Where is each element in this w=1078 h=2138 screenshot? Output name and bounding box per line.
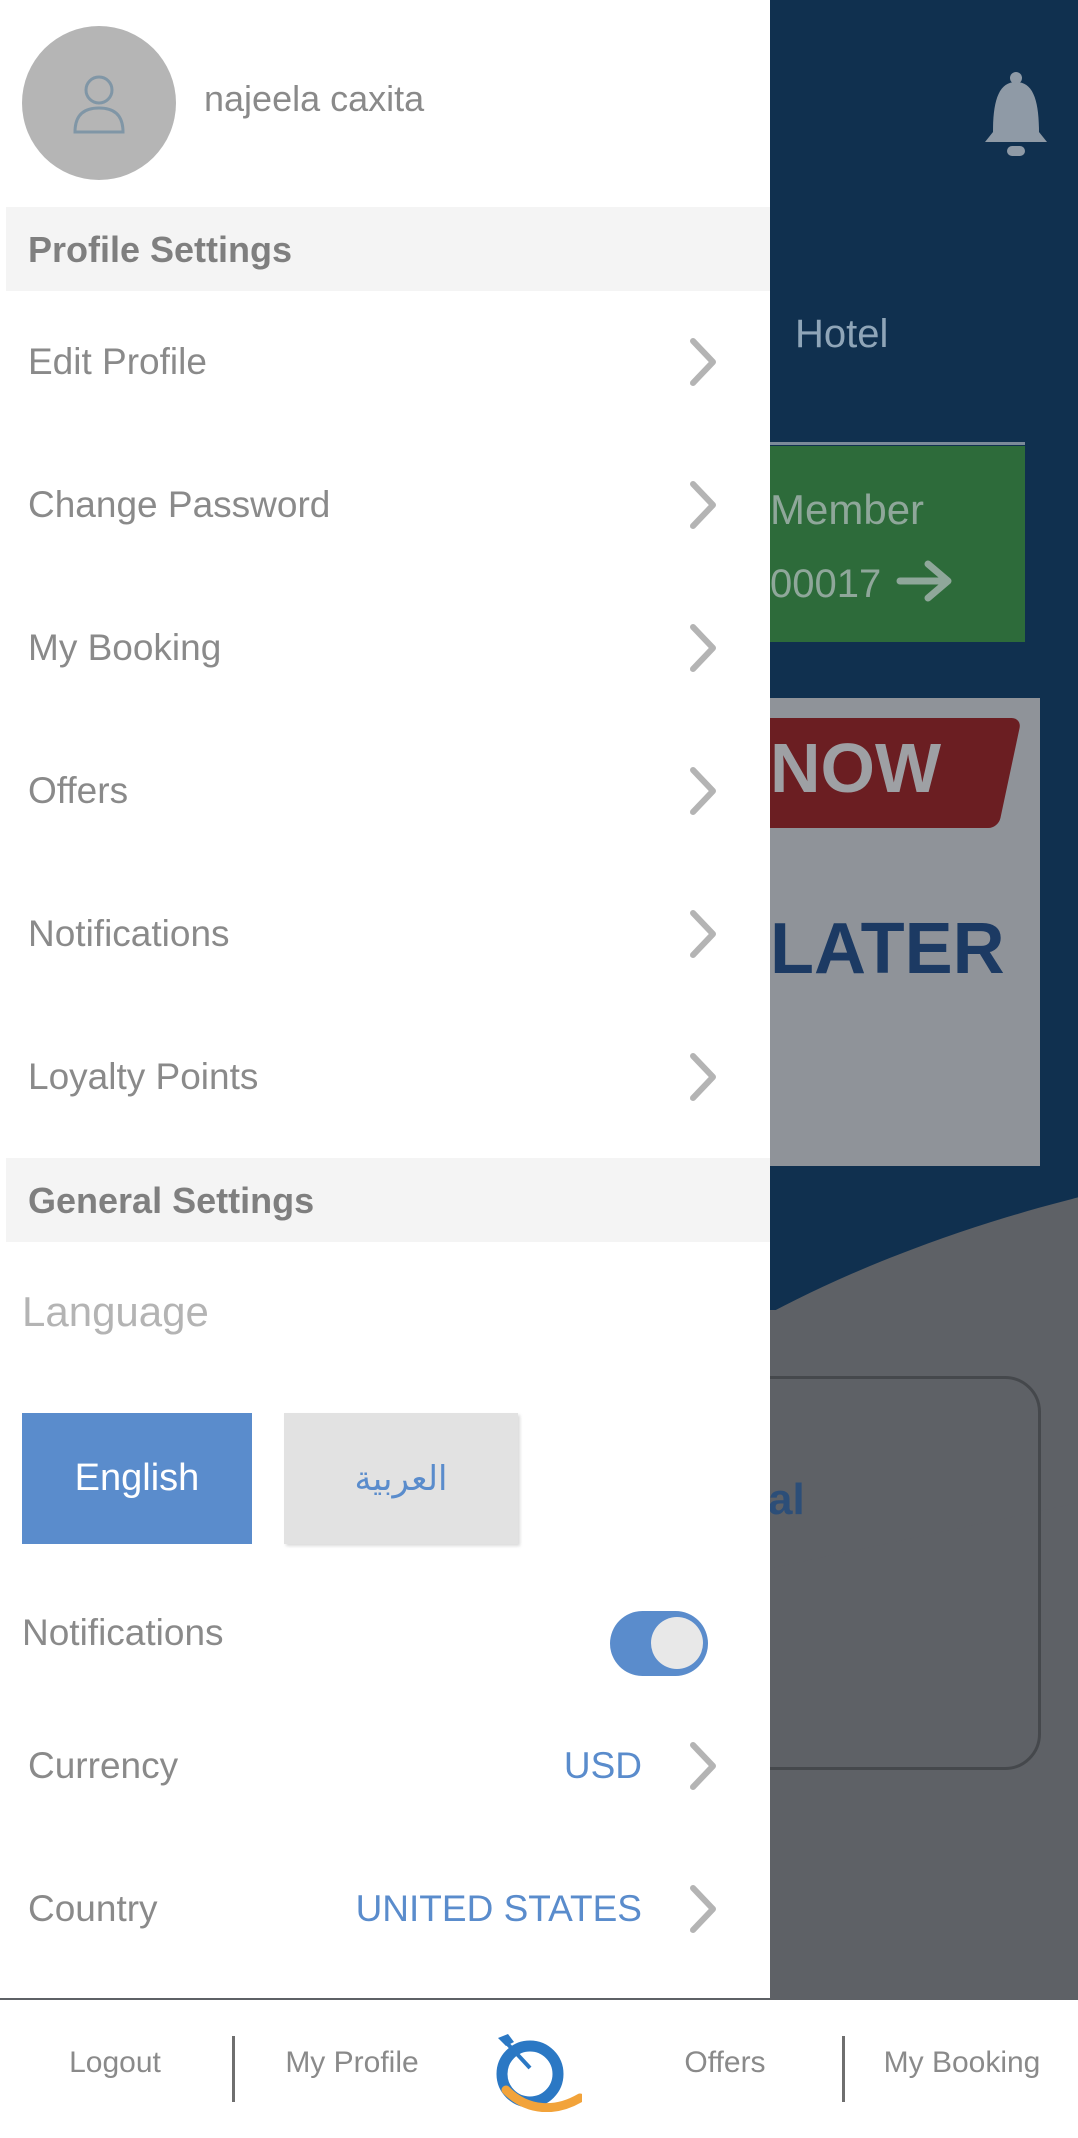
background-card[interactable]: al [770,1376,1041,1770]
currency-setting[interactable]: Currency USD [0,1694,770,1837]
menu-item-label: My Booking [28,627,222,668]
chevron-right-icon [690,1884,716,1933]
user-icon [73,75,125,134]
menu-item-label: Notifications [28,913,230,954]
member-title: Member [770,486,925,533]
background-app: Hotel Member 00017 NOW LATER al [770,0,1078,2000]
nav-my-profile[interactable]: My Profile [272,2000,432,2138]
menu-item-edit-profile[interactable]: Edit Profile [0,290,770,433]
language-label: Language [22,1288,209,1335]
menu-item-label: Offers [28,770,129,811]
general-settings-header: General Settings [6,1158,770,1242]
chevron-right-icon [690,909,716,958]
nav-offers[interactable]: Offers [650,2000,800,2138]
menu-item-label: Change Password [28,484,331,525]
side-drawer: najeela caxita Profile Settings Edit Pro… [0,0,770,1998]
nav-logout[interactable]: Logout [40,2000,190,2138]
general-settings-title: General Settings [28,1180,315,1221]
chevron-right-icon [690,337,716,386]
app-logo-icon[interactable] [490,2028,582,2112]
chevron-right-icon [690,1741,716,1790]
nav-divider [232,2036,235,2102]
menu-item-loyalty-points[interactable]: Loyalty Points [0,1005,770,1148]
member-card[interactable]: Member 00017 [770,446,1025,642]
nav-my-booking[interactable]: My Booking [872,2000,1052,2138]
menu-item-label: Edit Profile [28,341,207,382]
menu-item-label: Loyalty Points [28,1056,259,1097]
arrow-right-icon [896,560,952,602]
hotel-tab[interactable]: Hotel [795,312,888,357]
background-card-text: al [770,1475,805,1524]
language-english-button[interactable]: English [22,1413,252,1544]
promo-banner[interactable]: NOW LATER [770,698,1040,1166]
chevron-right-icon [690,1052,716,1101]
menu-item-my-booking[interactable]: My Booking [0,576,770,719]
profile-settings-header: Profile Settings [6,207,770,291]
country-label: Country [28,1888,158,1929]
banner-now-text: NOW [770,729,942,807]
country-value: UNITED STATES [355,1888,642,1929]
toggle-knob [651,1617,703,1669]
profile-settings-title: Profile Settings [28,229,293,270]
member-id: 00017 [770,562,882,606]
user-name: najeela caxita [204,78,425,119]
avatar[interactable] [22,26,176,180]
chevron-right-icon [690,623,716,672]
chevron-right-icon [690,480,716,529]
notifications-toggle[interactable] [610,1611,708,1676]
nav-divider [842,2036,845,2102]
menu-item-notifications[interactable]: Notifications [0,862,770,1005]
country-setting[interactable]: Country UNITED STATES [0,1837,770,1980]
tab-underline [770,442,1025,445]
menu-item-change-password[interactable]: Change Password [0,433,770,576]
currency-label: Currency [28,1745,179,1786]
banner-later-text: LATER [770,909,1005,989]
menu-item-offers[interactable]: Offers [0,719,770,862]
bottom-nav: Logout My Profile Offers My Booking [0,2000,1078,2138]
currency-value: USD [563,1745,642,1786]
language-arabic-button[interactable]: العربية [284,1413,518,1544]
bell-icon[interactable] [983,70,1049,160]
notifications-setting-label: Notifications [22,1612,224,1653]
chevron-right-icon [690,766,716,815]
